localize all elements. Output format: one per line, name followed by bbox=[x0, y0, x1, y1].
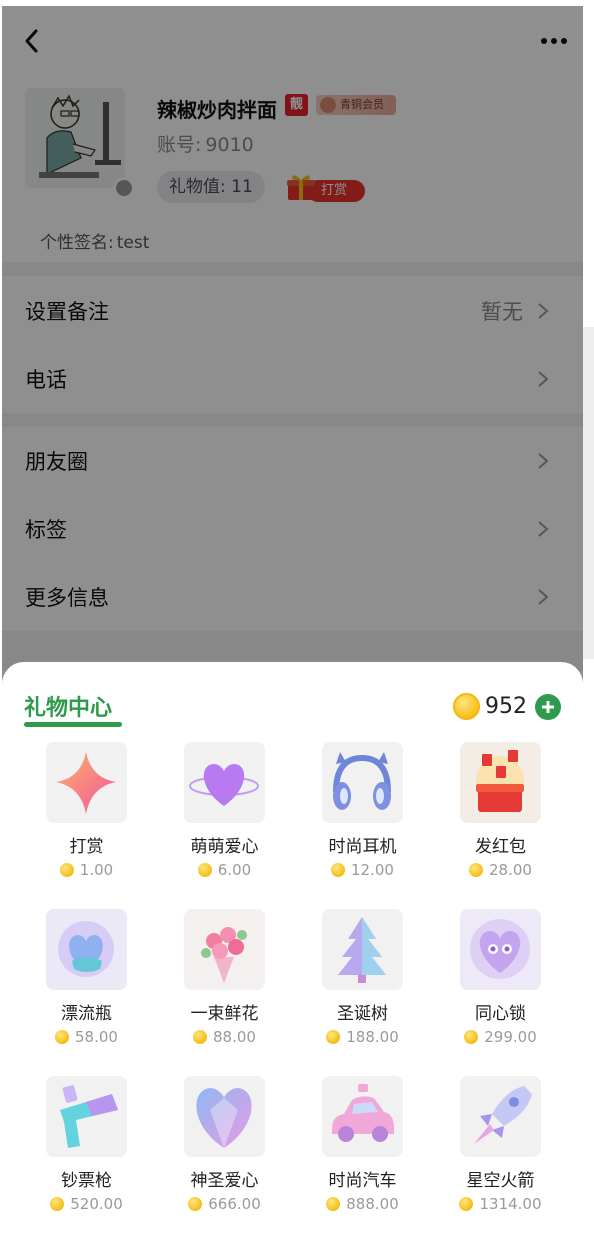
coin-icon bbox=[197, 863, 212, 877]
heart-lock-icon bbox=[460, 909, 541, 990]
gift-center-sheet: 礼物中心 952 打赏 1.00 萌萌爱心 6.00 时尚耳机 12.00 发红… bbox=[2, 662, 583, 1254]
gift-price: 520.00 bbox=[24, 1195, 149, 1213]
coin-icon bbox=[59, 863, 74, 877]
coin-icon bbox=[469, 863, 484, 877]
gift-price: 299.00 bbox=[438, 1028, 563, 1046]
gift-item-bouquet[interactable]: 一束鲜花 88.00 bbox=[162, 909, 282, 1059]
gift-item-rocket[interactable]: 星空火箭 1314.00 bbox=[438, 1076, 558, 1226]
gift-price: 888.00 bbox=[300, 1195, 425, 1213]
red-packet-icon bbox=[460, 742, 541, 823]
gift-name: 同心锁 bbox=[475, 1004, 526, 1024]
coin-icon bbox=[459, 1197, 474, 1211]
gift-image bbox=[460, 909, 541, 990]
coin-icon bbox=[326, 1197, 341, 1211]
coin-icon bbox=[331, 863, 346, 877]
coin-icon bbox=[188, 1197, 203, 1211]
gift-price-value: 188.00 bbox=[346, 1028, 399, 1046]
gift-price-value: 666.00 bbox=[208, 1195, 261, 1213]
gift-name: 星空火箭 bbox=[466, 1171, 535, 1191]
christmas-tree-icon bbox=[322, 909, 403, 990]
gift-center-title: 礼物中心 bbox=[24, 696, 113, 721]
gift-name: 钞票枪 bbox=[61, 1171, 112, 1191]
background-strip bbox=[583, 327, 594, 659]
gift-price: 88.00 bbox=[162, 1028, 287, 1046]
gift-price-value: 1314.00 bbox=[479, 1195, 542, 1213]
gift-price: 188.00 bbox=[300, 1028, 425, 1046]
coin-icon bbox=[55, 1030, 70, 1044]
gift-item-red-packet[interactable]: 发红包 28.00 bbox=[438, 742, 558, 892]
gift-price-value: 12.00 bbox=[351, 861, 394, 879]
gift-price-value: 6.00 bbox=[217, 861, 252, 879]
gift-image bbox=[184, 1076, 265, 1157]
coin-icon bbox=[326, 1030, 341, 1044]
coin-icon bbox=[453, 693, 480, 720]
gift-name: 漂流瓶 bbox=[61, 1004, 112, 1024]
gift-price: 12.00 bbox=[300, 861, 425, 879]
gift-name: 时尚耳机 bbox=[328, 837, 397, 857]
coin-icon bbox=[193, 1030, 208, 1044]
gift-name: 时尚汽车 bbox=[328, 1171, 397, 1191]
gift-image bbox=[46, 742, 127, 823]
gift-image bbox=[460, 742, 541, 823]
gift-price-value: 299.00 bbox=[484, 1028, 537, 1046]
gift-name: 发红包 bbox=[475, 837, 526, 857]
headphones-icon bbox=[322, 742, 403, 823]
gift-item-cute-heart[interactable]: 萌萌爱心 6.00 bbox=[162, 742, 282, 892]
bouquet-icon bbox=[184, 909, 265, 990]
gift-price: 6.00 bbox=[162, 861, 287, 879]
gift-item-tip[interactable]: 打赏 1.00 bbox=[24, 742, 144, 892]
gift-price: 1314.00 bbox=[438, 1195, 563, 1213]
gift-name: 打赏 bbox=[69, 837, 104, 857]
coin-icon bbox=[50, 1197, 65, 1211]
gift-price: 1.00 bbox=[24, 861, 149, 879]
gift-item-headphones[interactable]: 时尚耳机 12.00 bbox=[300, 742, 420, 892]
gift-price-value: 520.00 bbox=[70, 1195, 123, 1213]
gift-price-value: 1.00 bbox=[79, 861, 114, 879]
car-icon bbox=[322, 1076, 403, 1157]
gift-price-value: 88.00 bbox=[213, 1028, 256, 1046]
drift-bottle-icon bbox=[46, 909, 127, 990]
gift-price: 58.00 bbox=[24, 1028, 149, 1046]
gift-image bbox=[322, 1076, 403, 1157]
gift-name: 萌萌爱心 bbox=[190, 837, 259, 857]
gift-image bbox=[46, 1076, 127, 1157]
gift-item-holy-heart[interactable]: 神圣爱心 666.00 bbox=[162, 1076, 282, 1226]
gift-item-christmas-tree[interactable]: 圣诞树 188.00 bbox=[300, 909, 420, 1059]
gift-price-value: 888.00 bbox=[346, 1195, 399, 1213]
gift-price-value: 28.00 bbox=[489, 861, 532, 879]
gift-item-love-lock[interactable]: 同心锁 299.00 bbox=[438, 909, 558, 1059]
gift-image bbox=[322, 909, 403, 990]
heart-icon bbox=[184, 742, 265, 823]
gift-image bbox=[184, 742, 265, 823]
gift-name: 一束鲜花 bbox=[190, 1004, 259, 1024]
gift-image bbox=[184, 909, 265, 990]
gift-price-value: 58.00 bbox=[75, 1028, 118, 1046]
gift-item-fashion-car[interactable]: 时尚汽车 888.00 bbox=[300, 1076, 420, 1226]
recharge-button[interactable] bbox=[535, 694, 561, 720]
crystal-heart-icon bbox=[184, 1076, 265, 1157]
gift-image bbox=[46, 909, 127, 990]
gift-price: 666.00 bbox=[162, 1195, 287, 1213]
gift-image bbox=[322, 742, 403, 823]
gift-name: 神圣爱心 bbox=[190, 1171, 259, 1191]
gift-name: 圣诞树 bbox=[337, 1004, 388, 1024]
gift-item-drift-bottle[interactable]: 漂流瓶 58.00 bbox=[24, 909, 144, 1059]
coin-balance: 952 bbox=[485, 694, 527, 719]
gift-image bbox=[460, 1076, 541, 1157]
gift-item-money-gun[interactable]: 钞票枪 520.00 bbox=[24, 1076, 144, 1226]
rocket-icon bbox=[460, 1076, 541, 1157]
gift-price: 28.00 bbox=[438, 861, 563, 879]
title-underline bbox=[24, 722, 122, 727]
money-gun-icon bbox=[46, 1076, 127, 1157]
coin-icon bbox=[464, 1030, 479, 1044]
star-icon bbox=[46, 742, 127, 823]
screen: 辣椒炒肉拌面 靓 青铜会员 账号: 9010 礼物值: 11 打赏 个性签名: te… bbox=[2, 6, 583, 1254]
